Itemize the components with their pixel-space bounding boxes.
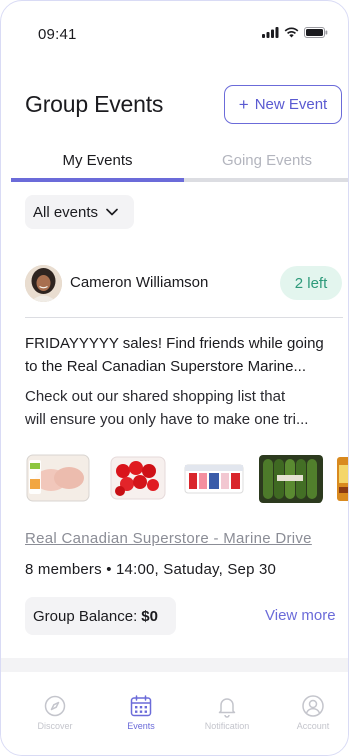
event-title-line: to the Real Canadian Superstore Marine..… (25, 358, 306, 375)
event-description-line: Check out our shared shopping list that (25, 388, 286, 405)
card-divider (25, 317, 343, 318)
tab-my-events[interactable]: My Events (11, 141, 184, 179)
product-zucchini-thumbnail[interactable] (257, 451, 323, 505)
bottom-navigation: Discover Events Notification Account (1, 684, 348, 755)
group-balance-value: $0 (141, 607, 158, 625)
cellular-signal-icon (262, 27, 279, 38)
group-balance-label: Group Balance: (33, 607, 138, 625)
chevron-down-icon (106, 208, 118, 216)
new-event-button[interactable]: + New Event (224, 85, 342, 124)
nav-label-discover: Discover (37, 721, 73, 731)
event-details: 8 members • 14:00, Satuday, Sep 30 (25, 561, 277, 578)
phone-screen: 09:41 Group Events + New Event My Events… (0, 0, 349, 756)
status-time: 09:41 (38, 26, 77, 43)
nav-label-notification: Notification (204, 721, 250, 731)
event-tabs: My Events Going Events (11, 141, 348, 183)
status-icons (262, 27, 328, 38)
nav-item-discover[interactable]: Discover (20, 694, 90, 731)
status-bar: 09:41 (1, 1, 348, 61)
wifi-icon (284, 27, 299, 38)
compass-icon (44, 695, 66, 717)
group-balance-box: Group Balance: $0 (25, 597, 176, 635)
host-name: Cameron Williamson (70, 274, 209, 291)
product-yogurt-pack-thumbnail[interactable] (181, 451, 247, 505)
tab-going-events[interactable]: Going Events (184, 141, 348, 179)
event-description: Check out our shared shopping list that … (25, 385, 345, 431)
page-title: Group Events (25, 91, 164, 117)
event-title[interactable]: FRIDAYYYYY sales! Find friends while goi… (25, 332, 345, 378)
avatar (25, 265, 62, 302)
calendar-icon (130, 695, 152, 717)
event-title-line: FRIDAYYYYY sales! Find friends while goi… (25, 335, 324, 352)
nav-label-events: Events (127, 721, 155, 731)
bell-icon (218, 698, 236, 718)
plus-icon: + (238, 95, 249, 114)
product-thumbnails (25, 451, 348, 509)
events-filter-dropdown[interactable]: All events (25, 195, 134, 229)
filter-selected-label: All events (33, 203, 99, 221)
tab-active-indicator (11, 178, 184, 182)
product-cherry-tomatoes-thumbnail[interactable] (105, 451, 171, 505)
nav-item-events[interactable]: Events (106, 694, 176, 731)
event-description-line: will ensure you only have to make one tr… (25, 411, 309, 428)
product-grocery-item-thumbnail[interactable] (333, 451, 348, 505)
new-event-label: New Event (254, 96, 328, 113)
card-separator (1, 658, 348, 672)
store-location-link[interactable]: Real Canadian Superstore - Marine Drive (25, 530, 312, 547)
nav-item-notification[interactable]: Notification (192, 694, 262, 731)
view-more-link[interactable]: View more (265, 607, 336, 624)
user-circle-icon (302, 695, 324, 717)
battery-icon (304, 27, 328, 38)
product-chicken-breast-thumbnail[interactable] (25, 451, 91, 505)
nav-item-account[interactable]: Account (278, 694, 348, 731)
spots-left-badge: 2 left (280, 266, 342, 300)
nav-label-account: Account (296, 721, 330, 731)
